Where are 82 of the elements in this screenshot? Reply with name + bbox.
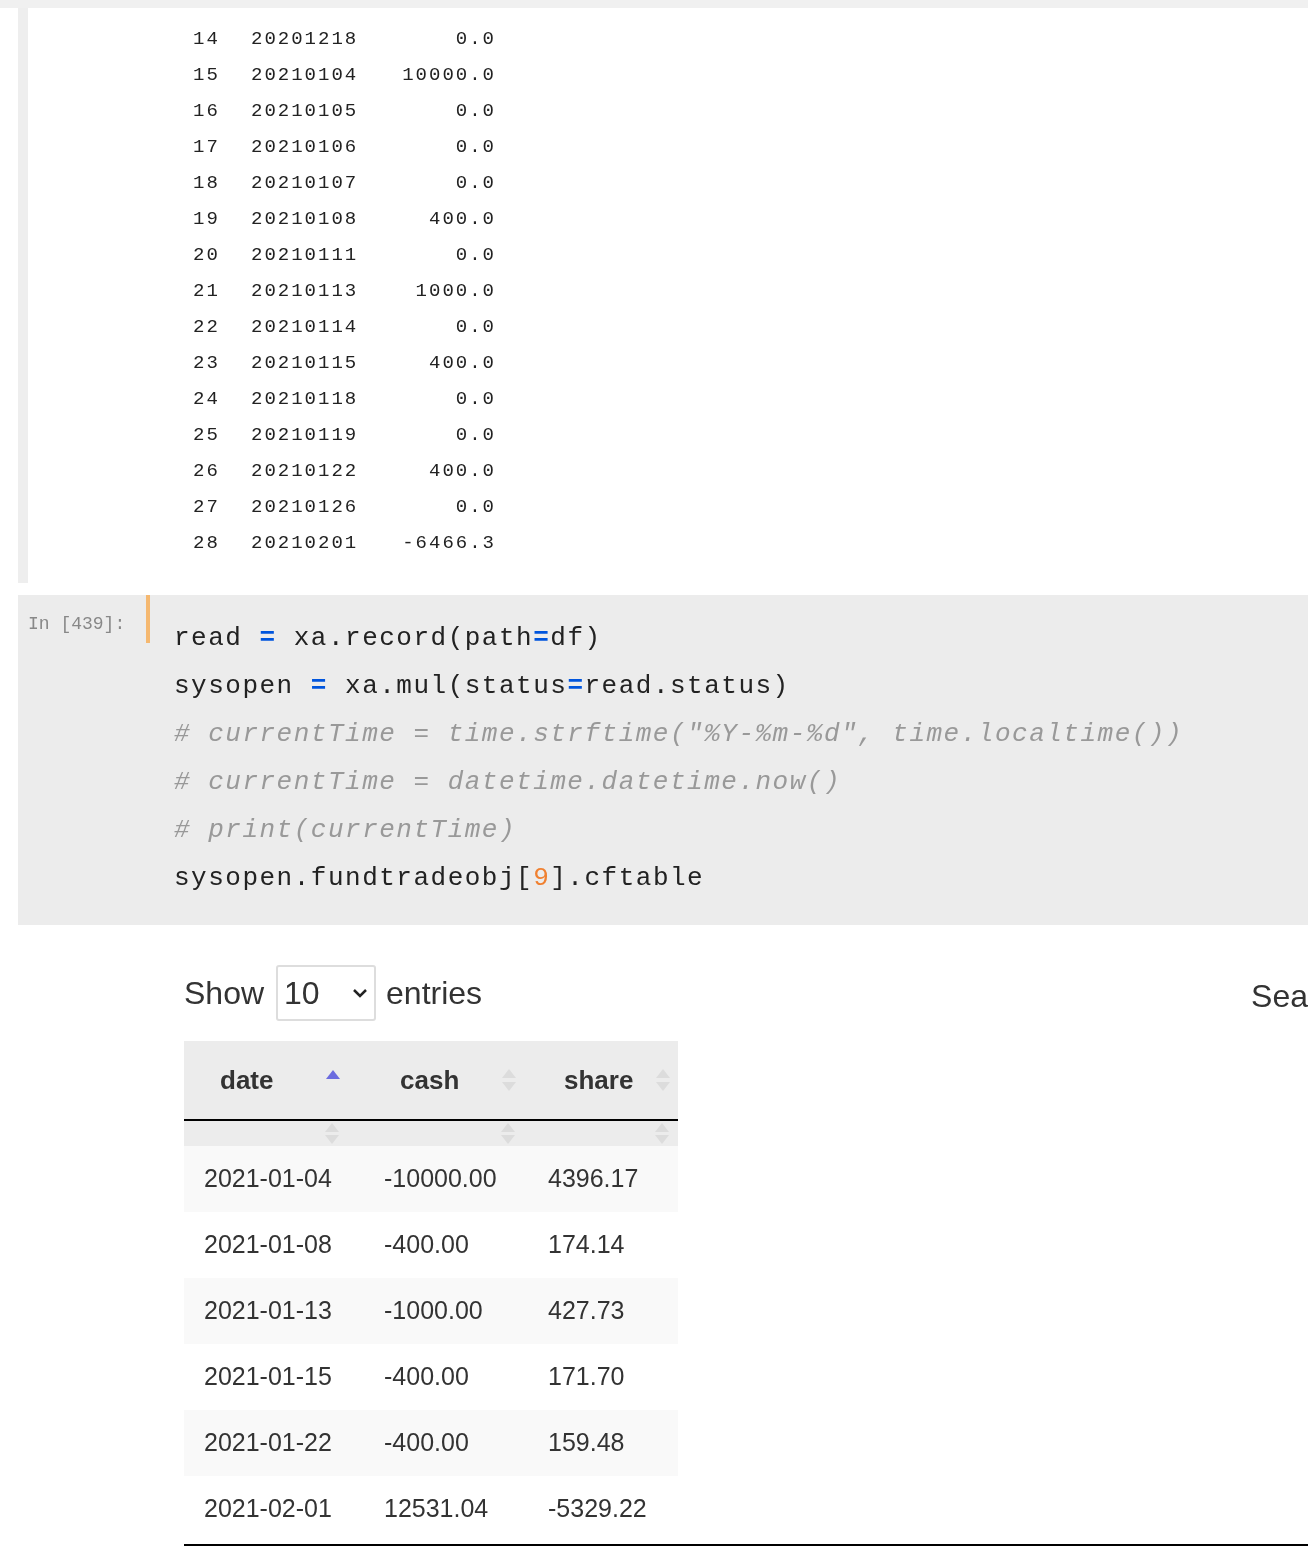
code-line: # print(currentTime): [174, 814, 518, 847]
table-cell-text: 2021-01-22: [203, 1427, 333, 1459]
sort-icon: [654, 1121, 670, 1146]
output-cell-text: 1000.0: [414, 278, 496, 304]
table-cell-text: 2021-01-13: [203, 1295, 333, 1327]
output-cell-text: 20201218: [251, 26, 360, 52]
table-cell-text: 2021-01-04: [203, 1163, 333, 1195]
table-cell-text: -1000.00: [383, 1295, 484, 1327]
row-index: 21: [193, 278, 221, 304]
output-cell-text: 20210119: [251, 422, 360, 448]
code-line: read = xa.record(path=df): [174, 622, 603, 655]
row-index: 22: [193, 314, 221, 340]
sort-icon: [324, 1121, 340, 1146]
row-index: 18: [193, 170, 221, 196]
output-cell-text: 0.0: [454, 494, 496, 520]
table-cell-text: 2021-02-01: [203, 1493, 333, 1525]
output-cell-text: 20210126: [251, 494, 360, 520]
output-cell-text: 20210122: [251, 458, 360, 484]
output-cell-text: -6466.3: [401, 530, 496, 556]
chevron-down-icon: [352, 987, 369, 999]
output-cell-text: 20210114: [251, 314, 360, 340]
output-cell-text: 20210108: [251, 206, 360, 232]
column-header[interactable]: date: [184, 1041, 364, 1119]
output-cell-text: 20210118: [251, 386, 360, 412]
show-label: Show: [184, 974, 265, 1013]
output-cell-text: 400.0: [428, 206, 496, 232]
table-cell-text: -400.00: [383, 1361, 470, 1393]
row-index: 19: [193, 206, 221, 232]
code-line: sysopen.fundtradeobj[9].cftable: [174, 862, 706, 895]
row-index: 24: [193, 386, 221, 412]
output-cell-text: 0.0: [454, 386, 496, 412]
column-header[interactable]: share: [524, 1041, 678, 1119]
table-cell-text: -400.00: [383, 1229, 470, 1261]
table-cell-text: 174.14: [547, 1229, 626, 1261]
table-cell-text: 427.73: [547, 1295, 626, 1327]
output-cell-text: 400.0: [428, 458, 496, 484]
page-size-select[interactable]: 10: [276, 965, 377, 1021]
row-index: 17: [193, 134, 221, 160]
table-cell-text: 4396.17: [547, 1163, 640, 1195]
row-index: 27: [193, 494, 221, 520]
table-cell-text: 171.70: [547, 1361, 626, 1393]
row-index: 14: [193, 26, 221, 52]
row-index: 15: [193, 62, 221, 88]
output-cell-text: 20210107: [251, 170, 360, 196]
output-cell-text: 0.0: [454, 422, 496, 448]
table-cell-text: 2021-01-15: [203, 1361, 333, 1393]
table-cell-text: -5329.22: [547, 1493, 648, 1525]
table-cell-text: -10000.00: [383, 1163, 498, 1195]
table-cell-text: 2021-01-08: [203, 1229, 333, 1261]
code-line: # currentTime = time.strftime("%Y-%m-%d", time.localtime()): [174, 718, 1184, 751]
output-cell-text: 20210113: [251, 278, 360, 304]
entries-label: entries: [386, 974, 483, 1013]
table-cell-text: 12531.04: [383, 1493, 490, 1525]
search-label: Sea: [1251, 977, 1308, 1016]
table-cell-text: -400.00: [383, 1427, 470, 1459]
cell-prompt: In [439]:: [27, 613, 127, 636]
code-line: # currentTime = datetime.datetime.now(): [174, 766, 842, 799]
output-cell-text: 0.0: [454, 314, 496, 340]
sort-icon: [500, 1121, 516, 1146]
output-cell-text: 0.0: [454, 26, 496, 52]
output-cell-text: 0.0: [454, 98, 496, 124]
row-index: 25: [193, 422, 221, 448]
output-cell-text: 0.0: [454, 134, 496, 160]
row-index: 26: [193, 458, 221, 484]
output-cell-text: 0.0: [454, 170, 496, 196]
output-cell-text: 400.0: [428, 350, 496, 376]
output-cell-text: 0.0: [454, 242, 496, 268]
output-cell-text: 20210105: [251, 98, 360, 124]
output-cell-text: 20210104: [251, 62, 360, 88]
output-cell-text: 20210106: [251, 134, 360, 160]
row-index: 28: [193, 530, 221, 556]
column-header[interactable]: cash: [364, 1041, 524, 1119]
output-cell-text: 20210115: [251, 350, 360, 376]
code-line: sysopen = xa.mul(status=read.status): [174, 670, 791, 703]
table-cell-text: 159.48: [547, 1427, 626, 1459]
row-index: 16: [193, 98, 221, 124]
output-cell-text: 20210111: [251, 242, 360, 268]
code-cell[interactable]: [18, 595, 1308, 925]
row-index: 20: [193, 242, 221, 268]
output-cell-text: 20210201: [251, 530, 360, 556]
output-cell-text: 10000.0: [401, 62, 496, 88]
row-index: 23: [193, 350, 221, 376]
